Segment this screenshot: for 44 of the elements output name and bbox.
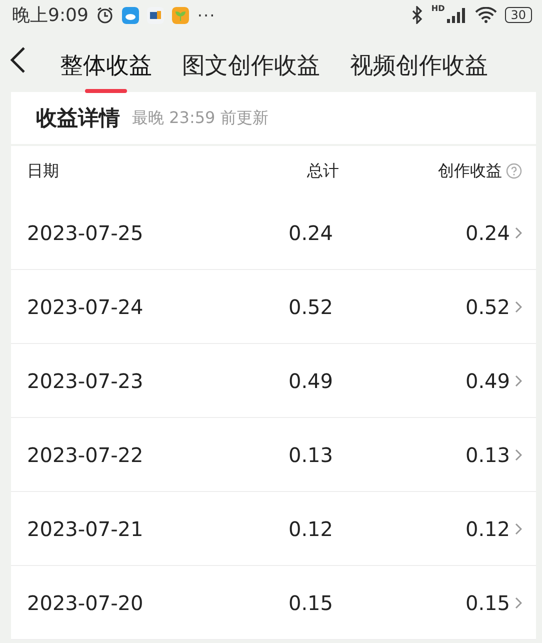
signal-icon <box>446 7 467 23</box>
chevron-right-icon[interactable] <box>514 596 522 608</box>
chevron-right-icon[interactable] <box>514 300 522 312</box>
column-header: 创作收益 <box>438 160 502 182</box>
date-cell-text: 2023-07-23 <box>27 368 144 392</box>
earnings-cell: 0.15 <box>465 590 510 614</box>
more-notifications: ··· <box>197 6 216 24</box>
earnings-cell: 0.13 <box>465 442 510 466</box>
date-cell-text: 2023-07-22 <box>27 442 144 466</box>
total-cell: 0.12 <box>288 516 333 540</box>
tab[interactable]: 视频创作收益 <box>350 36 488 92</box>
wifi-icon <box>474 7 497 23</box>
chevron-right-icon[interactable] <box>514 226 522 238</box>
tab[interactable]: 图文创作收益 <box>182 36 320 92</box>
earnings-cell: 0.52 <box>465 294 510 318</box>
alarm-clock-icon <box>96 6 114 24</box>
date-cell-text: 2023-07-24 <box>27 294 144 318</box>
date-cell-text: 2023-07-25 <box>27 220 144 244</box>
total-cell: 0.24 <box>288 220 333 244</box>
tab[interactable]: 整体收益 <box>60 36 152 92</box>
cloud-app-icon <box>122 6 140 24</box>
earnings-cell: 0.12 <box>465 516 510 540</box>
chevron-right-icon[interactable] <box>514 522 522 534</box>
total-cell: 0.49 <box>288 368 333 392</box>
date-cell-text: 2023-07-21 <box>27 516 144 540</box>
date-cell-text: 2023-07-20 <box>27 590 144 614</box>
column-header: 总计 <box>307 160 339 182</box>
sprout-app-icon <box>172 6 190 24</box>
column-header: 日期 <box>27 160 60 182</box>
section-title: 收益详情 <box>36 105 120 132</box>
network-label: HD <box>431 4 445 13</box>
total-cell: 0.15 <box>288 590 333 614</box>
earnings-cell: 0.49 <box>465 368 510 392</box>
clock-time: 晚上9:09 <box>12 4 88 27</box>
bluetooth-icon <box>411 6 424 24</box>
update-note: 最晚 23:59 前更新 <box>132 108 268 128</box>
help-icon[interactable] <box>506 163 522 179</box>
app-icon <box>147 6 164 24</box>
total-cell: 0.52 <box>288 294 333 318</box>
earnings-cell: 0.24 <box>465 220 510 244</box>
battery-level: 30 <box>504 7 532 23</box>
chevron-right-icon[interactable] <box>514 374 522 386</box>
chevron-right-icon[interactable] <box>514 448 522 460</box>
total-cell: 0.13 <box>288 442 333 466</box>
